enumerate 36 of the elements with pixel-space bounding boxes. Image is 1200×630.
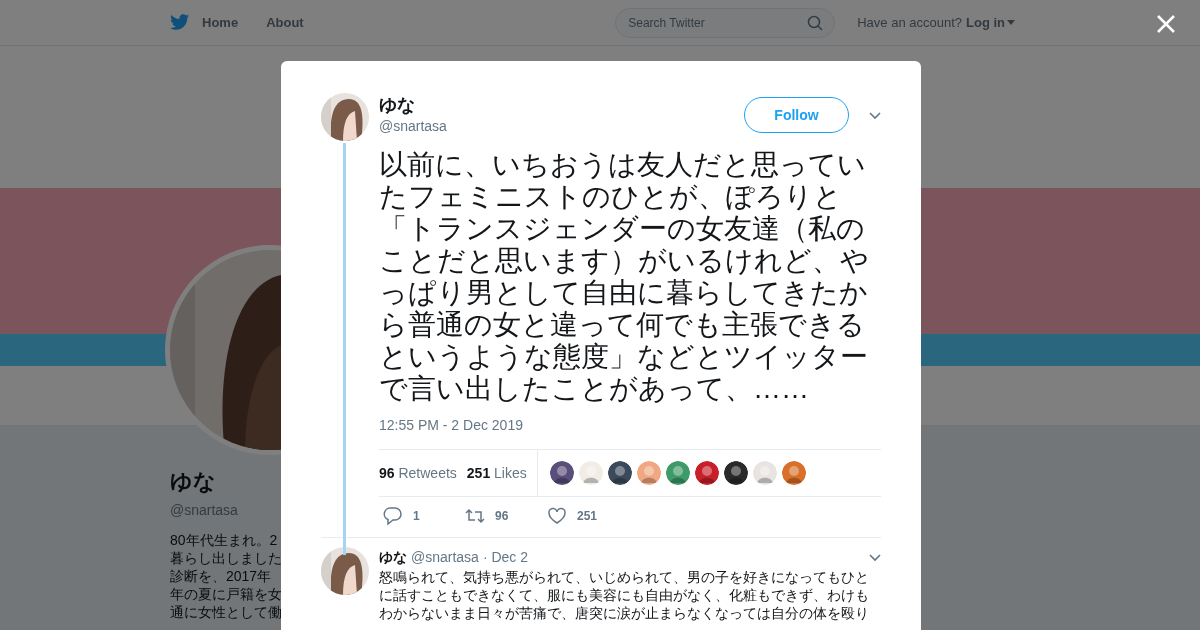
nav-link[interactable]: About [266, 12, 304, 33]
retweet-icon [465, 506, 485, 526]
author-handle: @snartasa [379, 117, 447, 136]
reply-date: · Dec 2 [482, 548, 529, 567]
heart-icon [547, 506, 567, 526]
reply-author: ゆな [379, 548, 407, 567]
reply-handle: @snartasa [411, 548, 479, 567]
nav-link[interactable]: Home [202, 12, 239, 33]
reply-icon [383, 506, 403, 526]
bio-line: 80年代生まれ。2 [170, 531, 279, 549]
account-prompt: Have an account? [857, 13, 962, 32]
profile-name: ゆな [170, 468, 217, 496]
retweet-action[interactable]: 96 [465, 506, 521, 526]
bird-icon [170, 14, 190, 31]
bio-line: 診断を、2017年 [170, 567, 273, 585]
retweets-count[interactable]: 96 Retweets [379, 462, 457, 484]
reply-text-line: 怒鳴られて、気持ち悪がられて、いじめられて、男の子を好きになってもひと [379, 568, 870, 586]
chevron-icon [869, 553, 881, 562]
caret-icon [1007, 20, 1015, 25]
bio-line: 暮らし出しました [170, 549, 281, 567]
search-field[interactable]: Search Twitter [615, 7, 836, 38]
bio-line: 年の夏に戸籍を女 [170, 585, 281, 603]
profile-handle: @snartasa [170, 501, 239, 520]
reply-action[interactable]: 1 [383, 506, 439, 526]
close-button[interactable] [1155, 13, 1177, 35]
like-action[interactable]: 251 [547, 506, 603, 526]
search-icon [807, 14, 824, 31]
reply-text-line: わからないまま日々が苦痛で、唐突に涙が止まらなくなっては自分の体を殴り [379, 604, 870, 622]
chevron-icon [869, 112, 881, 120]
tweet-timestamp: 12:55 PM - 2 Dec 2019 [379, 416, 524, 435]
author-name: ゆな [379, 94, 416, 116]
tweet-text: 以前に、いちおうは友人だと思っていたフェミニストのひとが、ぽろりと「トランスジェンダーの女友達（私のことだと思います）がいるけれど、やっぱり男として自由に暮らしてきたから普通の女と違って何でも主張できるというような態度」などとツイッターで言い出したことがあって、…… [379, 149, 870, 405]
likes-count[interactable]: 251 Likes [466, 462, 527, 484]
bio-line: 通に女性として働 [170, 603, 281, 621]
reply-text-line: に話すこともできなくて、服にも美容にも自由がなく、化粧もできず、わけも [379, 586, 870, 604]
login-link[interactable]: Log in [966, 12, 1015, 33]
